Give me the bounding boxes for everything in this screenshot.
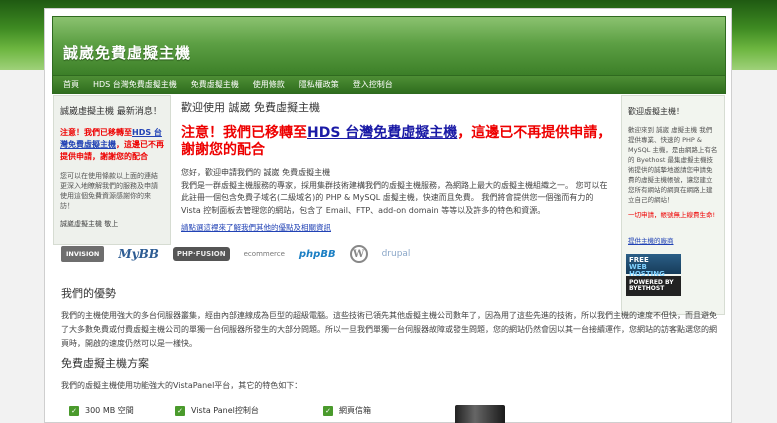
right-sidebar: 歡迎虛擬主機！ 歡迎來到 誠崴 虛擬主機 我們提供專業、快速的 PHP & My… bbox=[621, 95, 725, 315]
notice-prefix: 注意！我們已移轉至 bbox=[60, 128, 132, 137]
sidebar-description: 您可以在使用條款以上面的連結更深入地瞭解我們的服務及申請使用這個免費資源感謝你的… bbox=[60, 172, 158, 210]
nav-login[interactable]: 登入控制台 bbox=[346, 79, 400, 90]
byethost-badge[interactable]: FREE WEB HOSTING POWERED BY BYETHOST bbox=[626, 254, 681, 298]
more-info-link[interactable]: 請點選這裡來了解我們其他的優點及相關資訊 bbox=[179, 217, 616, 233]
check-icon: ✓ bbox=[323, 405, 333, 416]
main-nav: 首頁 HDS 台灣免費虛擬主機 免費虛擬主機 使用條款 隱私權政策 登入控制台 bbox=[52, 76, 726, 94]
site-header: 誠崴免費虛擬主機 bbox=[52, 16, 726, 76]
ecommerce-logo: ecommerce bbox=[243, 250, 285, 258]
feature-label: Vista Panel控制台 bbox=[191, 406, 259, 415]
welcome-heading: 歡迎使用 誠崴 免費虛擬主機 bbox=[181, 101, 320, 114]
check-icon: ✓ bbox=[175, 405, 185, 416]
provider-link[interactable]: 提供主機的廠商 bbox=[622, 219, 724, 245]
badge-webhosting: WEB HOSTING bbox=[629, 263, 665, 278]
wordpress-logo: W bbox=[349, 245, 368, 263]
news-heading: 誠崴虛擬主機 最新消息！ bbox=[60, 107, 162, 117]
right-heading: 歡迎虛擬主機！ bbox=[628, 107, 684, 116]
advantages-text: 我們的主機使用強大的多台伺服器叢集，經由內部連線成為巨型的超級電腦。這些技術已領… bbox=[61, 311, 717, 348]
feature-webmail: ✓ 網頁信箱 bbox=[323, 405, 371, 416]
feature-vistapanel: ✓ Vista Panel控制台 bbox=[175, 405, 259, 416]
feature-label: 網頁信箱 bbox=[339, 406, 371, 415]
page-container: 誠崴免費虛擬主機 首頁 HDS 台灣免費虛擬主機 免費虛擬主機 使用條款 隱私權… bbox=[44, 8, 732, 423]
nav-home[interactable]: 首頁 bbox=[56, 79, 86, 90]
app-logos: INVISION MyBB PHP·FUSION ecommerce phpBB… bbox=[61, 243, 621, 265]
right-red-note: 一切申請，帳號無上線費生命! bbox=[628, 211, 716, 219]
left-sidebar: 誠崴虛擬主機 最新消息！ 注意！我們已移轉至HDS 台灣免費虛擬主機，這邊已不再… bbox=[53, 95, 171, 245]
nav-privacy[interactable]: 隱私權政策 bbox=[292, 79, 346, 90]
main-hds-link[interactable]: HDS 台灣免費虛擬主機 bbox=[307, 125, 457, 141]
invision-logo: INVISION bbox=[61, 246, 105, 262]
right-text: 歡迎來到 誠崴 虛擬主機 我們提供專業、快速的 PHP & MySQL 主機，是… bbox=[628, 126, 718, 204]
main-content: 歡迎使用 誠崴 免費虛擬主機 注意！我們已移轉至HDS 台灣免費虛擬主機，這邊已… bbox=[179, 95, 616, 233]
badge-byethost: BYETHOST bbox=[629, 285, 665, 292]
badge-bottom: POWERED BY BYETHOST bbox=[626, 276, 681, 296]
badge-top: FREE WEB HOSTING bbox=[626, 254, 681, 278]
mybb-logo: MyBB bbox=[118, 247, 159, 261]
feature-space: ✓ 300 MB 空間 bbox=[69, 405, 134, 416]
server-image bbox=[455, 405, 505, 423]
feature-label: 300 MB 空間 bbox=[85, 406, 134, 415]
main-notice: 注意！我們已移轉至HDS 台灣免費虛擬主機，這邊已不再提供申請，謝謝您的配合 bbox=[179, 115, 616, 159]
drupal-logo: drupal bbox=[381, 249, 411, 259]
check-icon: ✓ bbox=[69, 405, 79, 416]
nav-hds[interactable]: HDS 台灣免費虛擬主機 bbox=[86, 79, 184, 90]
phpfusion-logo: PHP·FUSION bbox=[172, 247, 230, 261]
sidebar-notice: 注意！我們已移轉至HDS 台灣免費虛擬主機，這邊已不再提供申請，謝謝您的配合 bbox=[54, 127, 170, 163]
intro-paragraph: 您好，歡迎申請我們的 誠崴 免費虛擬主機 我們是一群虛擬主機服務的專家，採用集群… bbox=[181, 168, 608, 215]
nav-terms[interactable]: 使用條款 bbox=[246, 79, 292, 90]
nav-free-hosting[interactable]: 免費虛擬主機 bbox=[184, 79, 246, 90]
site-title[interactable]: 誠崴免費虛擬主機 bbox=[63, 42, 191, 63]
plans-title: 免費虛擬主機方案 bbox=[61, 357, 149, 370]
main-notice-prefix: 注意！我們已移轉至 bbox=[181, 125, 307, 141]
plans-text: 我們的虛擬主機使用功能強大的VistaPanel平台，其它的特色如下： bbox=[61, 381, 303, 390]
sidebar-signature: 誠崴虛擬主機 敬上 bbox=[60, 220, 119, 228]
advantages-title: 我們的優勢 bbox=[61, 287, 116, 300]
phpbb-logo: phpBB bbox=[298, 248, 336, 260]
